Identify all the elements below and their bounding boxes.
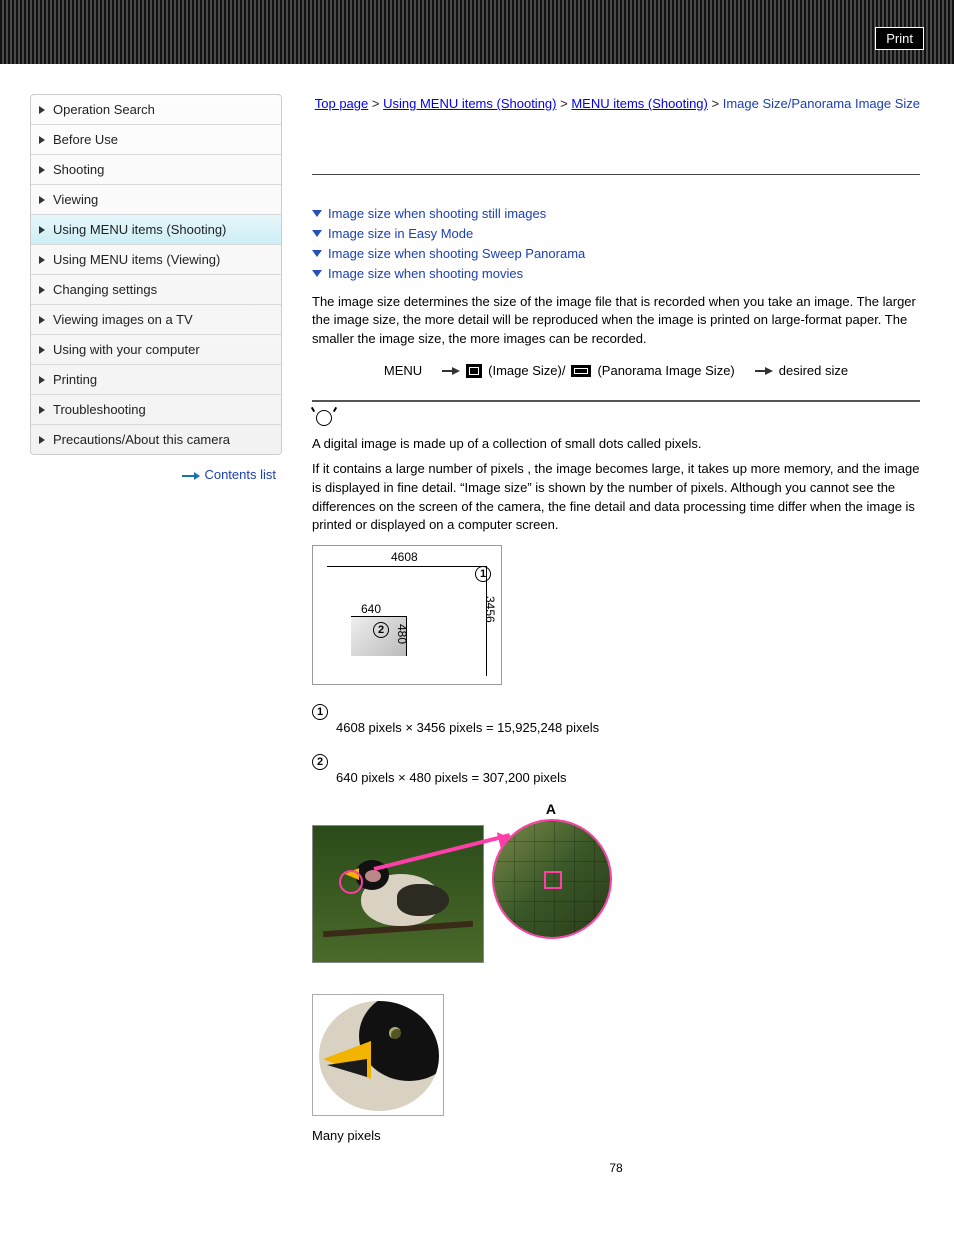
sidebar-item[interactable]: Troubleshooting <box>31 395 281 425</box>
circled-1-icon: 1 <box>475 566 491 582</box>
intro-paragraph: The image size determines the size of th… <box>312 293 920 350</box>
arrow-right-icon <box>182 473 200 479</box>
sidebar-item[interactable]: Shooting <box>31 155 281 185</box>
triangle-down-icon <box>312 250 322 257</box>
anchor-label: Image size when shooting movies <box>328 266 523 281</box>
sidebar-item[interactable]: Using MENU items (Shooting) <box>31 215 281 245</box>
anchor-link[interactable]: Image size in Easy Mode <box>312 226 473 241</box>
sidebar-item-label: Before Use <box>53 132 118 147</box>
pixel-zoom-circle <box>492 819 612 939</box>
tip-section: A digital image is made up of a collecti… <box>312 400 920 535</box>
image-size-icon <box>466 364 482 378</box>
circled-1-icon: 1 <box>312 704 328 720</box>
anchor-label: Image size when shooting Sweep Panorama <box>328 246 585 261</box>
triangle-down-icon <box>312 210 322 217</box>
closeup-figure <box>312 994 444 1116</box>
anchor-link[interactable]: Image size when shooting movies <box>312 266 523 281</box>
menu-path: MENU (Image Size)/ (Panorama Image Size)… <box>312 349 920 392</box>
sidebar-item-label: Precautions/About this camera <box>53 432 230 447</box>
triangle-right-icon <box>39 256 45 264</box>
triangle-right-icon <box>39 316 45 324</box>
panorama-size-icon <box>571 365 591 377</box>
sidebar-item[interactable]: Before Use <box>31 125 281 155</box>
triangle-right-icon <box>39 436 45 444</box>
triangle-right-icon <box>39 346 45 354</box>
sidebar-item-label: Viewing <box>53 192 98 207</box>
triangle-right-icon <box>39 406 45 414</box>
circled-2-icon: 2 <box>373 622 389 638</box>
sidebar-item-label: Using MENU items (Viewing) <box>53 252 220 267</box>
header-bar: Print <box>0 0 954 64</box>
breadcrumb-top[interactable]: Top page <box>315 96 369 111</box>
sidebar-item[interactable]: Precautions/About this camera <box>31 425 281 454</box>
sidebar-item[interactable]: Using with your computer <box>31 335 281 365</box>
pixel-count-2: 2 640 pixels × 480 pixels = 307,200 pixe… <box>312 753 920 785</box>
tip-p1: A digital image is made up of a collecti… <box>312 435 920 454</box>
triangle-right-icon <box>39 286 45 294</box>
arrow-right-icon <box>452 367 460 375</box>
triangle-right-icon <box>39 226 45 234</box>
diagram-big-w: 4608 <box>391 550 418 564</box>
triangle-right-icon <box>39 106 45 114</box>
sidebar-item-label: Troubleshooting <box>53 402 146 417</box>
breadcrumb-l1[interactable]: Using MENU items (Shooting) <box>383 96 556 111</box>
divider <box>312 174 920 175</box>
sidebar-item[interactable]: Printing <box>31 365 281 395</box>
triangle-right-icon <box>39 196 45 204</box>
sidebar-item-label: Changing settings <box>53 282 157 297</box>
sidebar-nav: Operation Search Before Use Shooting Viewin… <box>30 94 282 455</box>
sidebar-item-label: Viewing images on a TV <box>53 312 193 327</box>
breadcrumb-l2[interactable]: MENU items (Shooting) <box>571 96 708 111</box>
breadcrumb: Top page > Using MENU items (Shooting) >… <box>312 94 920 114</box>
anchor-label: Image size when shooting still images <box>328 206 546 221</box>
circled-2-icon: 2 <box>312 754 328 770</box>
size-diagram: 4608 3456 640 480 1 2 <box>312 545 502 685</box>
breadcrumb-current: Image Size/Panorama Image Size <box>723 96 920 111</box>
caption-many-pixels: Many pixels <box>312 1128 920 1143</box>
tip-p2: If it contains a large number of pixels … <box>312 460 920 535</box>
sidebar-item-label: Operation Search <box>53 102 155 117</box>
sidebar-item[interactable]: Using MENU items (Viewing) <box>31 245 281 275</box>
diagram-small-h: 480 <box>395 624 409 644</box>
arrow-right-icon <box>765 367 773 375</box>
anchor-label: Image size in Easy Mode <box>328 226 473 241</box>
sidebar-item-label: Using with your computer <box>53 342 200 357</box>
sidebar-item[interactable]: Changing settings <box>31 275 281 305</box>
print-button[interactable]: Print <box>875 27 924 50</box>
pixel-count-1: 1 4608 pixels × 3456 pixels = 15,925,248… <box>312 703 920 735</box>
image-size-text: (Image Size)/ <box>488 363 565 378</box>
panorama-text: (Panorama Image Size) <box>597 363 734 378</box>
triangle-right-icon <box>39 376 45 384</box>
triangle-right-icon <box>39 166 45 174</box>
sidebar-item[interactable]: Viewing images on a TV <box>31 305 281 335</box>
sidebar-item-label: Using MENU items (Shooting) <box>53 222 226 237</box>
contents-list-link[interactable]: Contents list <box>30 455 282 486</box>
menu-label: MENU <box>384 363 422 378</box>
anchor-list: Image size when shooting still images Ima… <box>312 205 920 285</box>
sidebar-item[interactable]: Viewing <box>31 185 281 215</box>
bulb-icon <box>316 410 332 426</box>
bird-zoom-figure: A <box>312 805 612 970</box>
page-number: 78 <box>312 1161 920 1195</box>
desired-size-text: desired size <box>779 363 848 378</box>
sidebar-item-label: Shooting <box>53 162 104 177</box>
diagram-big-h: 3456 <box>483 596 497 623</box>
triangle-right-icon <box>39 136 45 144</box>
triangle-down-icon <box>312 230 322 237</box>
anchor-link[interactable]: Image size when shooting Sweep Panorama <box>312 246 585 261</box>
anchor-link[interactable]: Image size when shooting still images <box>312 206 546 221</box>
diagram-small-w: 640 <box>361 602 381 616</box>
zoom-label-a: A <box>546 801 556 817</box>
sidebar-item-label: Printing <box>53 372 97 387</box>
triangle-down-icon <box>312 270 322 277</box>
sidebar-item[interactable]: Operation Search <box>31 95 281 125</box>
